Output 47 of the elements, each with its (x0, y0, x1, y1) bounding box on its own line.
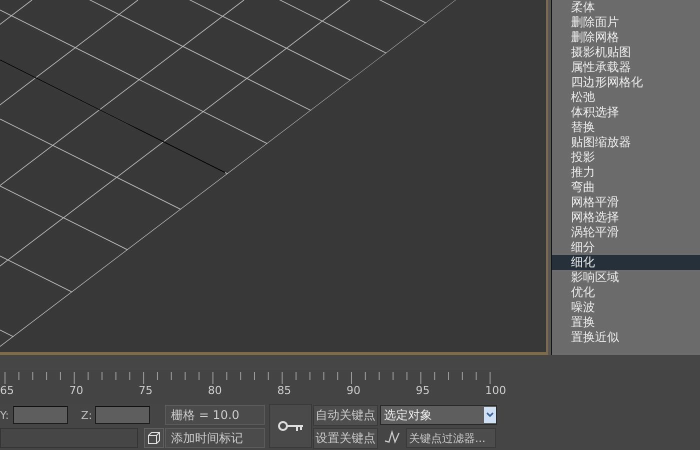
curve-icon (384, 430, 402, 446)
frame-number: 100 (485, 384, 508, 397)
modifier-list-item[interactable]: 替换 (552, 120, 700, 135)
frame-number: 65 (0, 384, 15, 397)
modifier-list-item[interactable]: 影响区域 (552, 270, 700, 285)
modifier-list-item[interactable]: 柔体 (552, 0, 700, 15)
modifier-list-item[interactable]: 噪波 (552, 300, 700, 315)
modifier-list-item[interactable]: 优化 (552, 285, 700, 300)
z-coordinate-label: Z: (81, 408, 94, 422)
frame-number: 70 (69, 384, 84, 397)
frame-number: 80 (208, 384, 223, 397)
modifier-list-item[interactable]: 网格选择 (552, 210, 700, 225)
y-coordinate-label: Y: (0, 408, 10, 422)
frame-number: 75 (138, 384, 154, 397)
modifier-list-item[interactable]: 松弛 (552, 90, 700, 105)
modifier-list-item[interactable]: 置换近似 (552, 330, 700, 345)
modifier-list-item[interactable]: 推力 (552, 165, 700, 180)
modifier-list-item[interactable]: 贴图缩放器 (552, 135, 700, 150)
modifier-list-item[interactable]: 删除面片 (552, 15, 700, 30)
modifier-list-item[interactable]: 细化 (552, 255, 700, 270)
modifier-list-item[interactable]: 置换 (552, 315, 700, 330)
modifier-list-item[interactable]: 属性承载器 (552, 60, 700, 75)
grid-size-display: 栅格 = 10.0 (165, 405, 265, 425)
modifier-list-item[interactable]: 弯曲 (552, 180, 700, 195)
modifier-list-item[interactable]: 投影 (552, 150, 700, 165)
modifier-list-item[interactable]: 摄影机贴图 (552, 45, 700, 60)
modifier-list-item[interactable]: 网格平滑 (552, 195, 700, 210)
time-tag-icon-button[interactable] (144, 428, 164, 448)
auto-key-button[interactable]: 自动关键点 (313, 404, 378, 426)
key-icon (278, 420, 304, 432)
frame-number: 90 (346, 384, 362, 397)
y-coordinate-field[interactable] (13, 406, 68, 424)
modifier-list-item[interactable]: 体积选择 (552, 105, 700, 120)
set-key-button[interactable]: 设置关键点 (313, 428, 378, 448)
caret-icon (484, 407, 496, 423)
modifier-list-item[interactable]: 四边形网格化 (552, 75, 700, 90)
cube-icon (147, 431, 161, 445)
add-time-tag-button[interactable]: 添加时间标记 (165, 428, 265, 448)
z-coordinate-field[interactable] (95, 406, 150, 424)
modifier-list-item[interactable]: 删除网格 (552, 30, 700, 45)
modifier-list-item[interactable]: 涡轮平滑 (552, 225, 700, 240)
modifier-list-item[interactable]: 细分 (552, 240, 700, 255)
set-key-mode-button[interactable] (269, 404, 312, 448)
selection-dropdown[interactable]: 选定对象 (380, 405, 497, 425)
frame-number: 95 (416, 384, 431, 397)
frame-number: 85 (277, 384, 292, 397)
key-filters-button[interactable]: 关键点过滤器... (406, 428, 496, 448)
